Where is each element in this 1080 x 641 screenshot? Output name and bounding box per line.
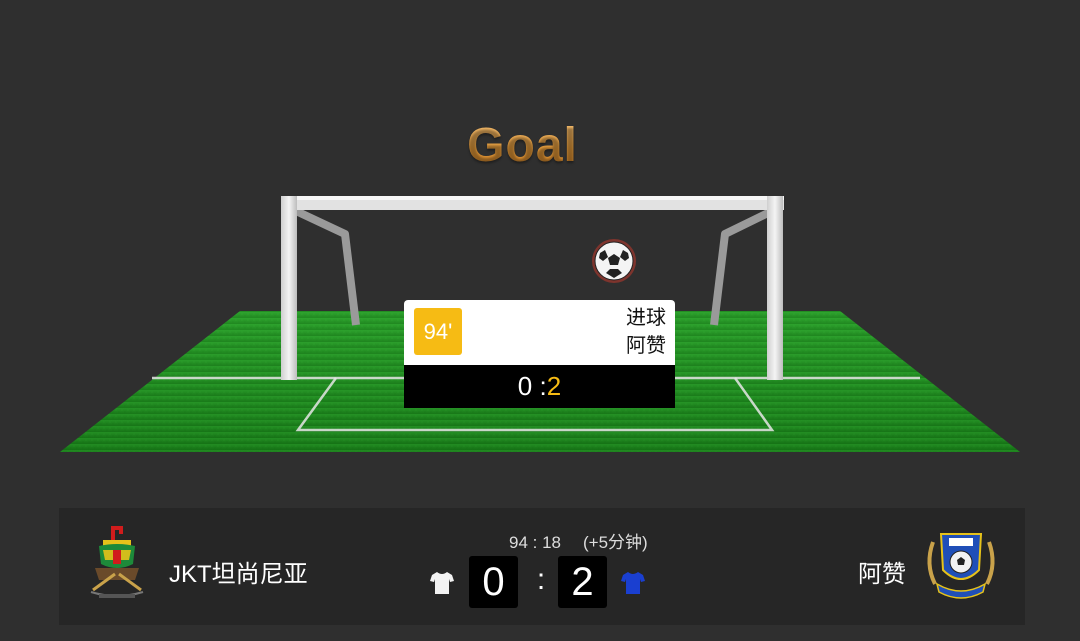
goal-event-card: 94' 进球 阿赞: [404, 300, 675, 365]
azam-fc-crest-icon: [927, 533, 995, 599]
event-minute-badge: 94': [414, 308, 462, 355]
goal-title: Goal: [0, 118, 1045, 173]
away-score: 2: [558, 556, 607, 608]
event-score-away: 2: [546, 371, 562, 401]
home-team-name: JKT坦尚尼亚: [169, 561, 308, 588]
match-clock: 94 : 18 (+5分钟): [509, 528, 648, 553]
event-score: 0 :2: [404, 365, 675, 408]
match-scorebar: JKT坦尚尼亚 94 : 18 (+5分钟) 0 : 2 阿赞: [59, 508, 1025, 625]
event-details: 进球 阿赞: [626, 304, 666, 360]
event-type: 进球: [626, 307, 666, 329]
away-team-name: 阿赞: [858, 561, 906, 588]
white-shirt-icon: [430, 572, 454, 594]
home-score: 0: [469, 556, 518, 608]
score-separator: :: [536, 563, 546, 596]
event-score-separator: :: [539, 371, 547, 401]
goal-animation-scene: Goal 94' 进球 阿赞 0 :2: [0, 0, 1080, 500]
added-time: (+5分钟): [583, 533, 648, 552]
blue-shirt-icon: [621, 572, 645, 594]
event-score-home: 0: [517, 371, 533, 401]
jkt-tanzania-crest-icon: [90, 526, 144, 598]
pitch-with-goal: [60, 196, 1020, 452]
match-clock-time: 94 : 18: [509, 533, 561, 552]
event-team: 阿赞: [626, 335, 666, 357]
soccer-ball-icon: [592, 239, 636, 283]
